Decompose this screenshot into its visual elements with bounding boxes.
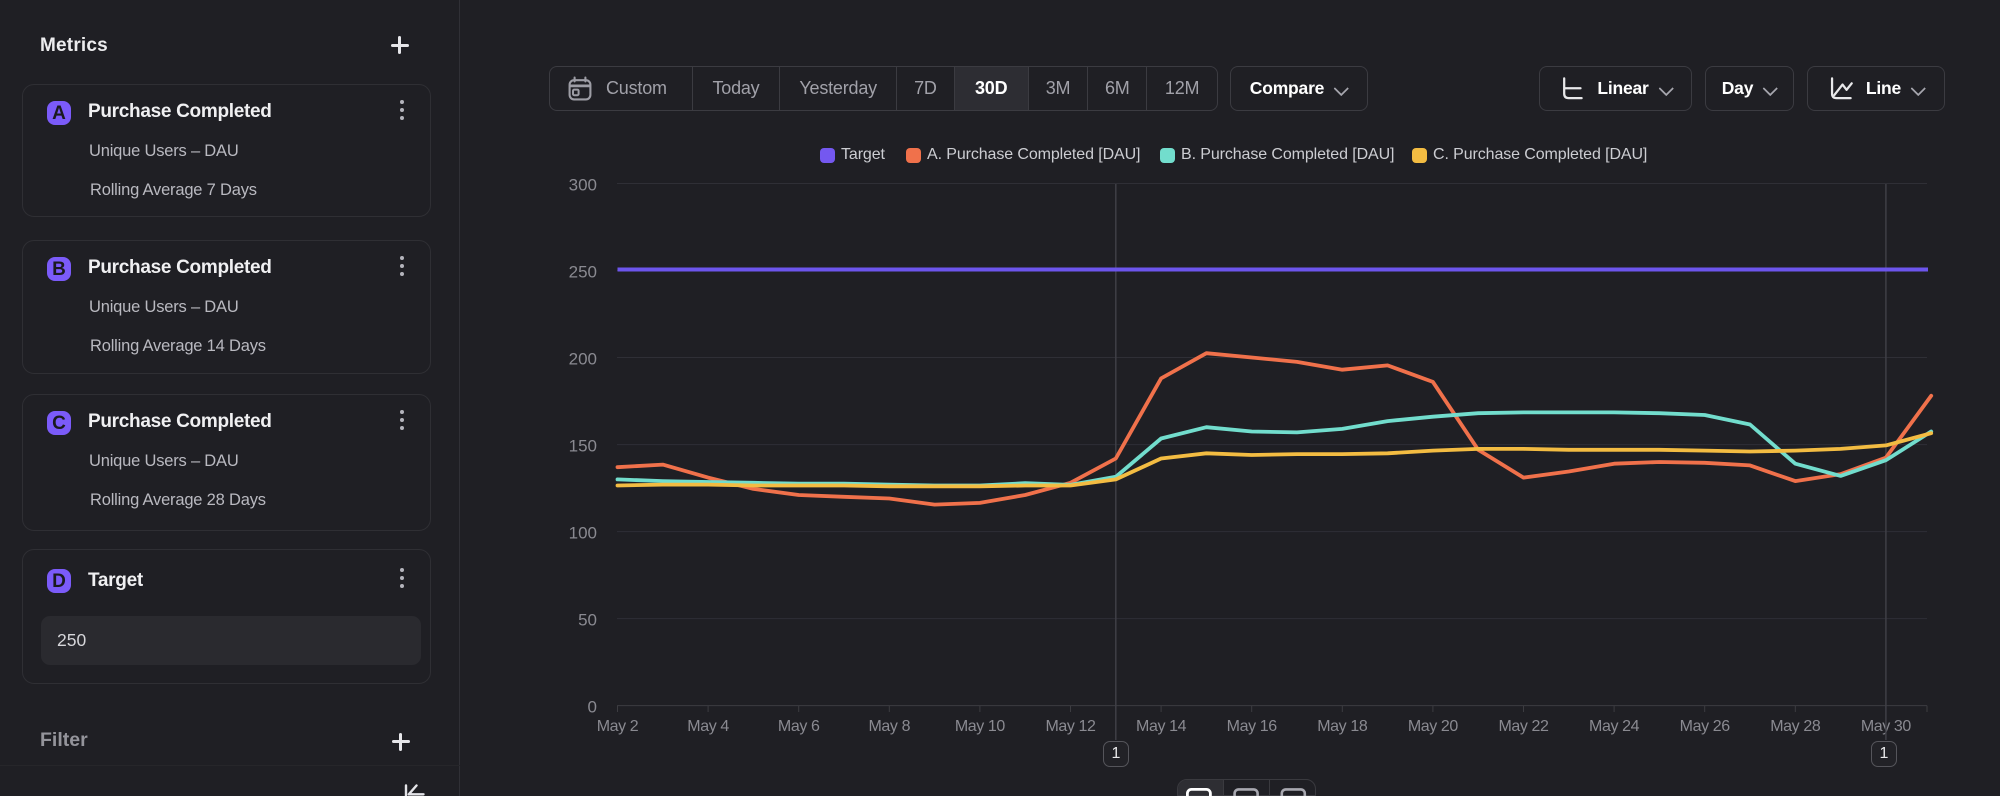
svg-text:300: 300 [569, 176, 597, 195]
svg-text:May 20: May 20 [1408, 718, 1459, 735]
svg-text:May 4: May 4 [687, 718, 729, 735]
svg-text:150: 150 [569, 437, 597, 456]
svg-text:May 24: May 24 [1589, 718, 1640, 735]
svg-text:May 26: May 26 [1680, 718, 1731, 735]
svg-text:May 2: May 2 [597, 718, 639, 735]
svg-text:May 10: May 10 [955, 718, 1006, 735]
svg-text:0: 0 [588, 698, 597, 717]
svg-text:200: 200 [569, 350, 597, 369]
svg-text:May 6: May 6 [778, 718, 820, 735]
svg-text:May 22: May 22 [1498, 718, 1549, 735]
svg-text:May 12: May 12 [1045, 718, 1096, 735]
svg-text:100: 100 [569, 524, 597, 543]
svg-text:250: 250 [569, 263, 597, 282]
svg-text:50: 50 [578, 611, 597, 630]
svg-text:May 16: May 16 [1227, 718, 1278, 735]
svg-text:May 14: May 14 [1136, 718, 1187, 735]
svg-text:May 28: May 28 [1770, 718, 1821, 735]
svg-text:May 18: May 18 [1317, 718, 1368, 735]
svg-text:May 8: May 8 [869, 718, 911, 735]
